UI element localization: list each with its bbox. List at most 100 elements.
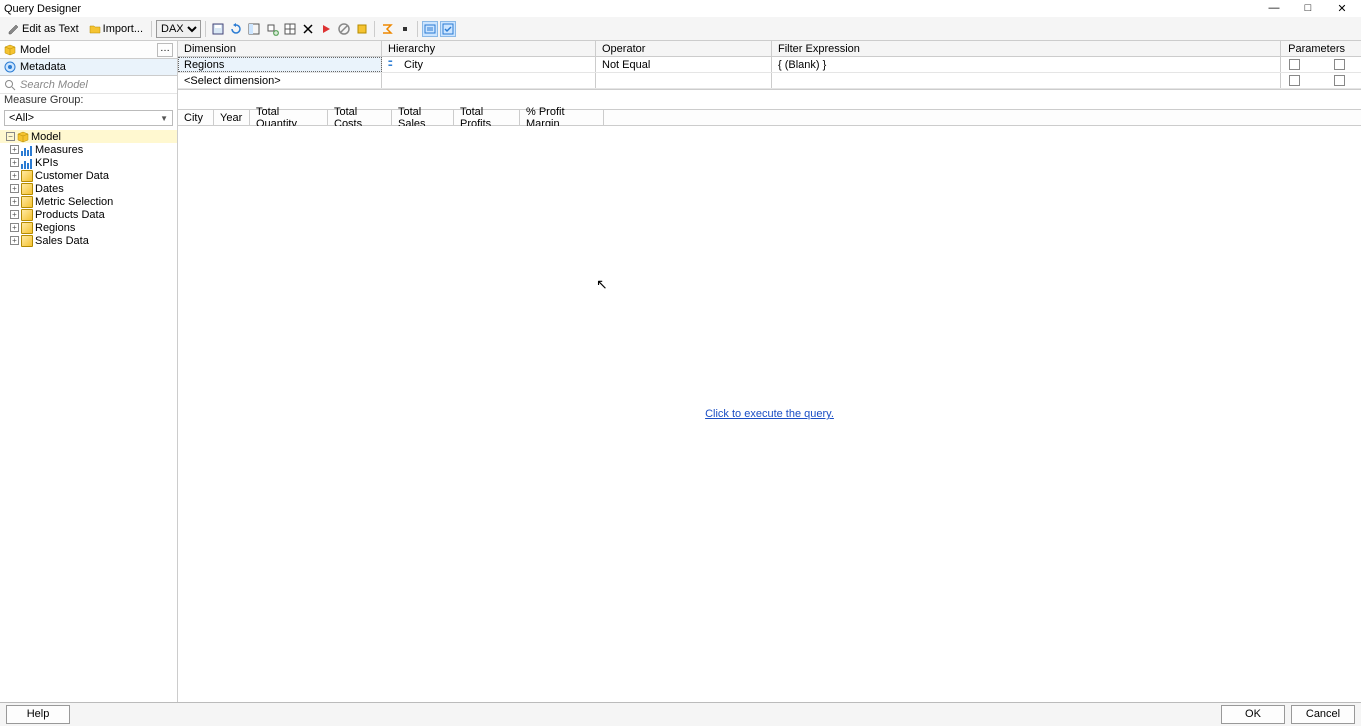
toolbar-separator [151,21,152,37]
result-col-total-quantity[interactable]: Total Quantity [250,110,328,125]
ok-button[interactable]: OK [1221,705,1285,724]
tree-node-label: Customer Data [35,170,109,182]
folder-open-icon [89,23,101,35]
window-title: Query Designer [2,3,81,15]
result-col-total-profits[interactable]: Total Profits [454,110,520,125]
import-button[interactable]: Import... [85,21,147,37]
result-col-total-costs[interactable]: Total Costs [328,110,392,125]
search-placeholder: Search Model [20,79,88,91]
dimension-icon [21,222,33,234]
parameter-checkbox[interactable] [1334,59,1345,70]
search-icon [4,79,16,91]
model-browse-button[interactable]: … [157,43,173,57]
prepare-query-icon[interactable] [440,21,456,37]
tree-node-label: Regions [35,222,75,234]
tree-node-measures[interactable]: + Measures [0,143,177,156]
tree-node-label: Products Data [35,209,105,221]
auto-exec-icon[interactable] [397,21,413,37]
metadata-tab-label: Metadata [20,61,66,73]
filter-cell-parameters [1281,57,1361,72]
measure-group-label: Measure Group: [0,94,177,110]
expand-icon[interactable]: + [10,171,19,180]
tree-node-label: Measures [35,144,83,156]
filter-header-dimension: Dimension [178,41,382,56]
filter-cell-hierarchy[interactable] [382,73,596,88]
expand-icon[interactable]: + [10,184,19,193]
execute-icon[interactable] [318,21,334,37]
import-label: Import... [103,23,143,35]
measure-group-select[interactable]: <All> ▼ [4,110,173,126]
dimension-icon [21,183,33,195]
filter-cell-expression[interactable] [772,73,1281,88]
save-icon[interactable] [210,21,226,37]
tree-node-metric-selection[interactable]: + Metric Selection [0,195,177,208]
metadata-tree: − Model + Measures + KPIs + Customer Dat… [0,128,177,702]
show-aggregations-icon[interactable] [379,21,395,37]
filter-dimension-placeholder: <Select dimension> [184,75,281,87]
expand-icon[interactable]: + [10,210,19,219]
filter-operator-value: Not Equal [602,59,650,71]
tree-root-model[interactable]: − Model [0,130,177,143]
tree-node-regions[interactable]: + Regions [0,221,177,234]
filter-cell-dimension[interactable]: Regions [178,57,382,72]
tree-node-dates[interactable]: + Dates [0,182,177,195]
filter-cell-hierarchy[interactable]: City [382,57,596,72]
metadata-sidebar: Model … Metadata Search Model Measure Gr… [0,41,178,702]
filter-row[interactable]: Regions City Not Equal { (Blank) } [178,57,1361,73]
filter-row-empty[interactable]: <Select dimension> [178,73,1361,89]
language-select[interactable]: DAX [156,20,201,38]
toolbar-separator [417,21,418,37]
collapse-icon[interactable]: − [6,132,15,141]
design-mode-icon[interactable] [354,21,370,37]
delete-icon[interactable] [300,21,316,37]
filter-cell-operator[interactable]: Not Equal [596,57,772,72]
result-columns-header: City Year Total Quantity Total Costs Tot… [178,110,1361,126]
filter-cell-expression[interactable]: { (Blank) } [772,57,1281,72]
edit-as-text-button[interactable]: Edit as Text [4,21,83,37]
expand-icon[interactable]: + [10,223,19,232]
show-empty-icon[interactable] [282,21,298,37]
expand-icon[interactable]: + [10,236,19,245]
tree-node-label: Metric Selection [35,196,113,208]
result-col-total-sales[interactable]: Total Sales [392,110,454,125]
filter-cell-dimension[interactable]: <Select dimension> [178,73,382,88]
expand-icon[interactable]: + [10,145,19,154]
parameter-checkbox[interactable] [1289,75,1300,86]
window-buttons: — □ ✕ [1263,2,1359,15]
tree-node-products-data[interactable]: + Products Data [0,208,177,221]
execute-query-link[interactable]: Click to execute the query. [705,408,834,420]
tree-node-kpis[interactable]: + KPIs [0,156,177,169]
parameter-checkbox[interactable] [1289,59,1300,70]
measure-group-value: <All> [9,112,34,124]
filter-header-parameters: Parameters [1281,41,1361,56]
close-icon[interactable]: ✕ [1331,2,1353,15]
tree-node-customer-data[interactable]: + Customer Data [0,169,177,182]
parameter-checkbox[interactable] [1334,75,1345,86]
result-col-profit-margin[interactable]: % Profit Margin [520,110,604,125]
filter-cell-operator[interactable] [596,73,772,88]
cancel-button[interactable]: Cancel [1291,705,1355,724]
expand-icon[interactable]: + [10,158,19,167]
filter-expression-value: { (Blank) } [778,59,826,71]
tree-node-sales-data[interactable]: + Sales Data [0,234,177,247]
result-col-city[interactable]: City [178,110,214,125]
refresh-icon[interactable] [228,21,244,37]
minimize-icon[interactable]: — [1263,2,1285,15]
search-model-input[interactable]: Search Model [0,76,177,94]
toggle-pane-icon[interactable] [246,21,262,37]
dimension-icon [21,170,33,182]
metadata-tab[interactable]: Metadata [0,59,177,76]
add-member-icon[interactable] [264,21,280,37]
edit-as-text-label: Edit as Text [22,23,79,35]
filter-header-row: Dimension Hierarchy Operator Filter Expr… [178,41,1361,57]
help-button[interactable]: Help [6,705,70,724]
toolbar: Edit as Text Import... DAX [0,17,1361,41]
cube-icon [17,131,29,143]
body: Model … Metadata Search Model Measure Gr… [0,41,1361,702]
maximize-icon[interactable]: □ [1297,2,1319,15]
show-parameters-icon[interactable] [422,21,438,37]
cancel-exec-icon[interactable] [336,21,352,37]
dimension-icon [21,196,33,208]
result-col-year[interactable]: Year [214,110,250,125]
expand-icon[interactable]: + [10,197,19,206]
